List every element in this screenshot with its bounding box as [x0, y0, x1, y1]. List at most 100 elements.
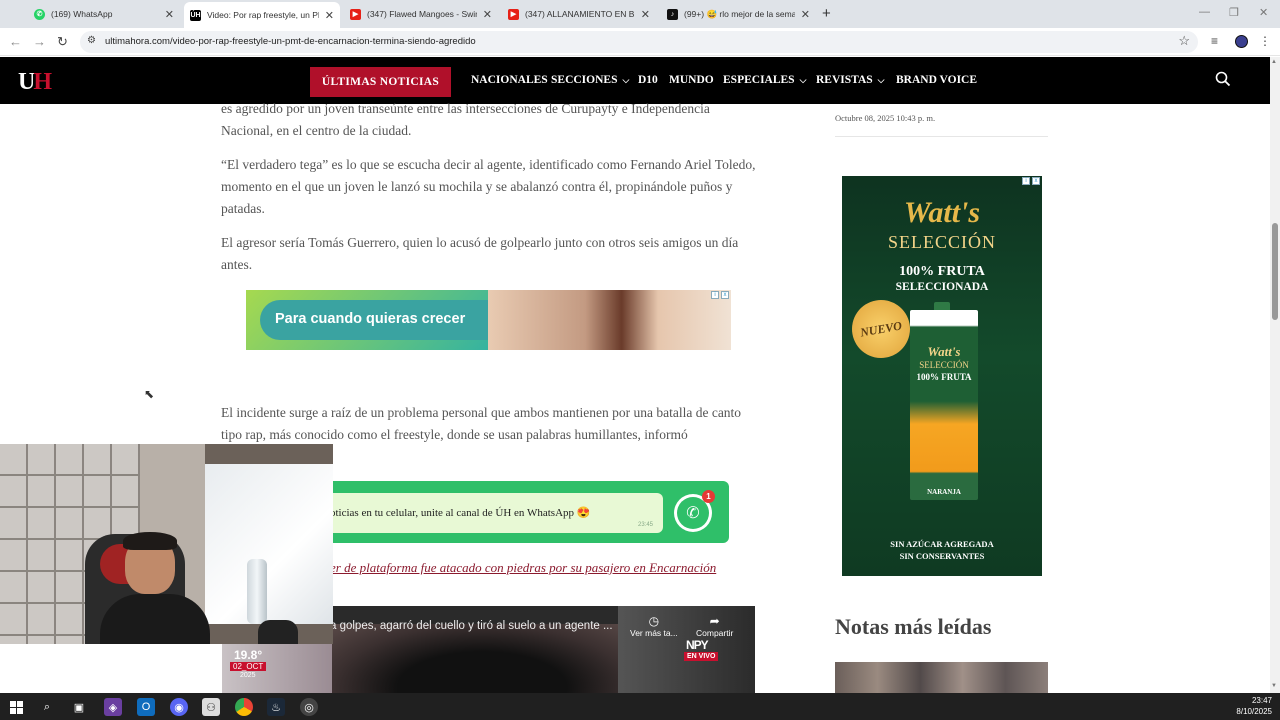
tab-title: (347) ALLANAMIENTO EN BUSC [525, 9, 635, 19]
ad-brand: Watt's [903, 196, 981, 229]
steam-icon[interactable]: ♨ [267, 698, 285, 716]
video-year: 2025 [240, 672, 256, 679]
carton-brand: Watt's [927, 344, 961, 359]
nav-secciones[interactable]: SECCIONES ⌵ [551, 74, 629, 86]
watch-later-label: Ver más ta... [630, 628, 678, 638]
nav-especiales[interactable]: ESPECIALES ⌵ [723, 74, 806, 86]
ad-line-fruta: 100% FRUTA [899, 264, 985, 279]
close-icon[interactable]: ✕ [641, 8, 650, 21]
profile-avatar[interactable] [1235, 35, 1248, 48]
youtube-icon: ▶ [350, 8, 361, 20]
whatsapp-cta-text: oticias en tu celular, unite al canal de… [330, 507, 591, 519]
ad-footer-line-2: SIN CONSERVANTES [899, 551, 985, 561]
scroll-up-icon[interactable]: ▲ [1271, 59, 1277, 65]
tab-youtube-1[interactable]: ▶ (347) Flawed Mangoes - Swimm ✕ [344, 2, 498, 26]
nav-label: D10 [638, 74, 658, 86]
clock-date: 8/10/2025 [1236, 707, 1272, 716]
close-icon[interactable]: ✕ [801, 8, 810, 21]
ad-line-seleccion: SELECCIÓN [888, 232, 996, 252]
article-paragraph-1: es agredido por un joven transeúnte entr… [221, 101, 710, 138]
obs-icon[interactable]: ◎ [300, 698, 318, 716]
most-read-thumbnail[interactable] [835, 662, 1048, 693]
uh-icon: ÚH [190, 9, 201, 21]
nav-mundo[interactable]: MUNDO [669, 74, 714, 86]
task-view-icon[interactable]: ▣ [70, 698, 88, 716]
nav-nacionales[interactable]: NACIONALES [471, 74, 548, 86]
ad-line-seleccionada: SELECCIONADA [895, 281, 989, 293]
nav-label: ESPECIALES [723, 74, 795, 86]
clock-time: 23:47 [1251, 696, 1272, 705]
ad-close-icon[interactable]: x [1032, 177, 1040, 185]
adchoices-icon[interactable]: i [1022, 177, 1030, 185]
scrollbar-thumb[interactable] [1272, 223, 1278, 320]
back-icon[interactable]: ← [9, 34, 22, 49]
extensions-icon[interactable]: ≡ [1211, 34, 1218, 48]
tab-whatsapp[interactable]: ✆ (169) WhatsApp ✕ [28, 2, 180, 26]
close-window-button[interactable]: ✕ [1259, 6, 1268, 19]
windows-start-icon[interactable] [7, 698, 25, 716]
discord-icon[interactable]: ◉ [170, 698, 188, 716]
ad-close-icon[interactable]: x [721, 291, 729, 299]
channel-logo: NPY [686, 638, 709, 652]
screen: ✆ (169) WhatsApp ✕ ÚH Video: Por rap fre… [0, 0, 1280, 720]
browser-tab-strip: ✆ (169) WhatsApp ✕ ÚH Video: Por rap fre… [0, 0, 1280, 28]
whatsapp-icon: ✆ [34, 8, 45, 20]
tab-tiktok[interactable]: ♪ (99+) 😅 rlo mejor de la seman ✕ [661, 2, 816, 26]
tiktok-icon: ♪ [667, 8, 678, 20]
video-title[interactable]: a golpes, agarró del cuello y tiró al su… [330, 620, 613, 632]
url-text: ultimahora.com/video-por-rap-freestyle-u… [105, 36, 476, 47]
minimize-button[interactable]: — [1199, 6, 1210, 18]
site-logo[interactable]: UH [18, 69, 52, 96]
carton-seleccion: SELECCIÓN [919, 360, 969, 370]
tab-youtube-2[interactable]: ▶ (347) ALLANAMIENTO EN BUSC ✕ [502, 2, 656, 26]
site-info-icon[interactable]: ⚙ [87, 35, 96, 46]
article-paragraph-3: El agresor sería Tomás Guerrero, quien l… [221, 235, 739, 272]
reload-icon[interactable]: ↻ [57, 34, 68, 50]
webcam-microphone [258, 620, 298, 644]
close-icon[interactable]: ✕ [483, 8, 492, 21]
live-badge: EN VIVO [684, 652, 719, 661]
url-field[interactable]: ⚙ ultimahora.com/video-por-rap-freestyle… [80, 31, 1198, 53]
banner-ad[interactable]: Para cuando quieras crecer i x [246, 290, 731, 350]
tab-title: (99+) 😅 rlo mejor de la seman [684, 8, 795, 19]
ad-footer-line-1: SIN AZÚCAR AGREGADA [890, 539, 994, 549]
chevron-down-icon: ⌵ [877, 75, 885, 85]
system-clock[interactable]: 23:47 8/10/2025 [1236, 695, 1272, 717]
maximize-button[interactable]: ❐ [1229, 6, 1239, 19]
new-tab-button[interactable]: + [822, 5, 831, 22]
sidebar-ad[interactable]: Watt's SELECCIÓN 100% FRUTA SELECCIONADA… [842, 176, 1042, 576]
chrome-icon[interactable] [235, 698, 253, 716]
site-header: UH ÚLTIMAS NOTICIAS NACIONALES SECCIONES… [0, 57, 1270, 104]
adchoices-icon[interactable]: i [711, 291, 719, 299]
nav-label: BRAND VOICE [896, 74, 978, 86]
close-icon[interactable]: ✕ [165, 8, 174, 21]
tab-article[interactable]: ÚH Video: Por rap freestyle, un PM ✕ [184, 2, 340, 28]
sidebar-divider [835, 136, 1048, 137]
nav-brand-voice[interactable]: BRAND VOICE [896, 74, 977, 86]
bookmark-star-icon[interactable]: ☆ [1178, 33, 1190, 49]
share-button[interactable]: ➦ Compartir [696, 614, 733, 638]
whatsapp-channel-banner[interactable]: oticias en tu celular, unite al canal de… [318, 481, 729, 543]
page-scrollbar[interactable]: ▲ ▼ [1270, 57, 1280, 693]
nav-d10[interactable]: D10 [638, 74, 658, 86]
app-icon[interactable]: ◈ [104, 698, 122, 716]
related-article-link[interactable]: er de plataforma fue atacado con piedras… [330, 560, 716, 576]
nav-revistas[interactable]: REVISTAS ⌵ [816, 74, 885, 86]
address-bar-row: ← → ↻ ⚙ ultimahora.com/video-por-rap-fre… [0, 28, 1280, 56]
search-icon[interactable] [1215, 71, 1231, 87]
windows-taskbar: ⌕ ▣ ◈ O ◉ ⚇ ♨ ◎ 23:47 8/10/2025 [0, 693, 1280, 720]
app-icon[interactable]: ⚇ [202, 698, 220, 716]
scroll-down-icon[interactable]: ▼ [1271, 683, 1277, 689]
ad-footer: SIN AZÚCAR AGREGADA SIN CONSERVANTES [842, 538, 1042, 562]
outlook-icon[interactable]: O [137, 698, 155, 716]
ultimas-noticias-button[interactable]: ÚLTIMAS NOTICIAS [310, 67, 451, 97]
close-icon[interactable]: ✕ [325, 9, 334, 22]
menu-icon[interactable]: ⋮ [1259, 34, 1271, 48]
most-read-heading: Notas más leídas [835, 614, 992, 639]
article-paragraph-4: El incidente surge a raíz de un problema… [221, 405, 742, 442]
forward-icon[interactable]: → [33, 34, 46, 49]
search-icon[interactable]: ⌕ [38, 698, 56, 716]
nuevo-badge: NUEVO [847, 295, 915, 363]
watch-later-button[interactable]: ◷ Ver más ta... [630, 614, 678, 638]
webcam-overlay [0, 444, 333, 644]
